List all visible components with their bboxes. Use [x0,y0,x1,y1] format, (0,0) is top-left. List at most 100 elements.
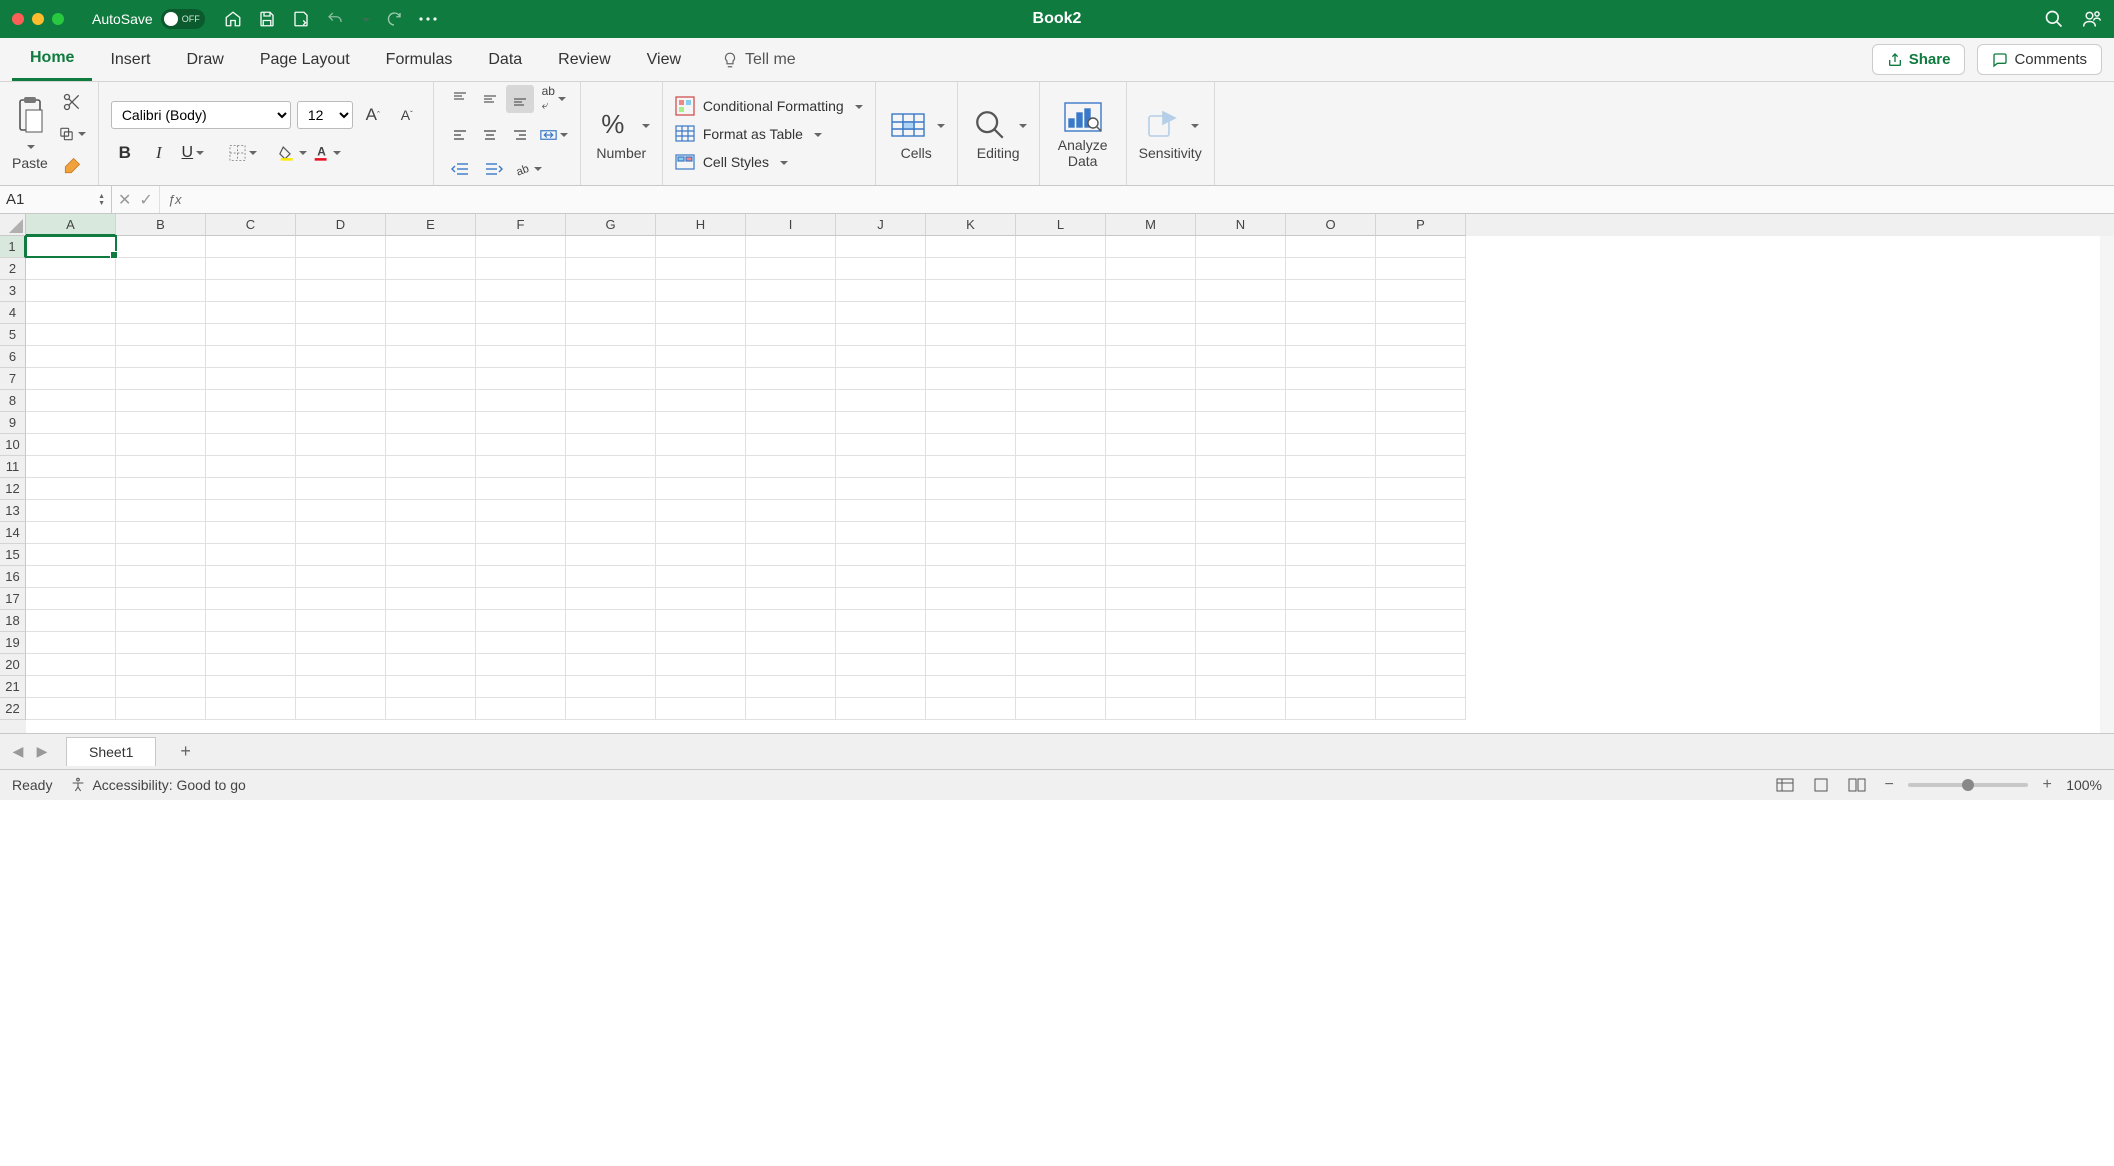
cell-D18[interactable] [296,610,386,632]
cell-G12[interactable] [566,478,656,500]
row-header-12[interactable]: 12 [0,478,26,500]
cell-N9[interactable] [1196,412,1286,434]
cell-D17[interactable] [296,588,386,610]
cell-G9[interactable] [566,412,656,434]
cell-A20[interactable] [26,654,116,676]
cell-F6[interactable] [476,346,566,368]
cell-N15[interactable] [1196,544,1286,566]
page-break-view-button[interactable] [1844,775,1870,795]
cell-J6[interactable] [836,346,926,368]
row-header-16[interactable]: 16 [0,566,26,588]
format-as-table-button[interactable]: Format as Table [675,120,863,148]
cell-N13[interactable] [1196,500,1286,522]
number-format-dropdown[interactable] [639,117,650,132]
cell-K15[interactable] [926,544,1016,566]
cell-L9[interactable] [1016,412,1106,434]
cell-L18[interactable] [1016,610,1106,632]
cell-G16[interactable] [566,566,656,588]
cell-P7[interactable] [1376,368,1466,390]
cell-B12[interactable] [116,478,206,500]
tab-formulas[interactable]: Formulas [368,38,471,81]
cell-E1[interactable] [386,236,476,258]
spreadsheet-grid[interactable]: ABCDEFGHIJKLMNOP 12345678910111213141516… [0,214,2114,734]
align-left-button[interactable] [446,121,474,149]
cell-P6[interactable] [1376,346,1466,368]
cell-L7[interactable] [1016,368,1106,390]
cell-N11[interactable] [1196,456,1286,478]
cell-D6[interactable] [296,346,386,368]
cell-G20[interactable] [566,654,656,676]
cell-H1[interactable] [656,236,746,258]
cell-K1[interactable] [926,236,1016,258]
cell-K4[interactable] [926,302,1016,324]
cell-E18[interactable] [386,610,476,632]
cell-P16[interactable] [1376,566,1466,588]
cell-C10[interactable] [206,434,296,456]
cell-O4[interactable] [1286,302,1376,324]
cell-K11[interactable] [926,456,1016,478]
cell-E5[interactable] [386,324,476,346]
row-header-9[interactable]: 9 [0,412,26,434]
column-header-F[interactable]: F [476,214,566,236]
cell-C1[interactable] [206,236,296,258]
column-header-C[interactable]: C [206,214,296,236]
analyze-data-button[interactable]: Analyze Data [1052,99,1114,169]
cancel-formula-button[interactable]: ✕ [118,190,131,210]
page-layout-view-button[interactable] [1808,775,1834,795]
cell-O19[interactable] [1286,632,1376,654]
cell-L1[interactable] [1016,236,1106,258]
cell-M9[interactable] [1106,412,1196,434]
tab-view[interactable]: View [629,38,699,81]
vertical-scrollbar[interactable] [2100,236,2114,733]
cell-M15[interactable] [1106,544,1196,566]
cell-I1[interactable] [746,236,836,258]
redo-icon[interactable] [384,9,404,29]
cell-A15[interactable] [26,544,116,566]
editing-button[interactable]: Editing [970,107,1027,161]
cell-D8[interactable] [296,390,386,412]
cell-G19[interactable] [566,632,656,654]
cell-D9[interactable] [296,412,386,434]
cell-D4[interactable] [296,302,386,324]
cell-P14[interactable] [1376,522,1466,544]
cell-H9[interactable] [656,412,746,434]
cell-L14[interactable] [1016,522,1106,544]
cell-J20[interactable] [836,654,926,676]
font-color-button[interactable]: A [313,139,341,167]
underline-button[interactable]: U [179,139,207,167]
cell-B13[interactable] [116,500,206,522]
column-header-D[interactable]: D [296,214,386,236]
cell-C15[interactable] [206,544,296,566]
row-header-20[interactable]: 20 [0,654,26,676]
zoom-level[interactable]: 100% [2066,777,2102,793]
cell-H16[interactable] [656,566,746,588]
cell-H19[interactable] [656,632,746,654]
cell-K21[interactable] [926,676,1016,698]
cell-F2[interactable] [476,258,566,280]
bold-button[interactable]: B [111,139,139,167]
cell-B7[interactable] [116,368,206,390]
cell-L21[interactable] [1016,676,1106,698]
cell-I3[interactable] [746,280,836,302]
tab-review[interactable]: Review [540,38,628,81]
cell-E19[interactable] [386,632,476,654]
cell-O11[interactable] [1286,456,1376,478]
cond-fmt-dropdown[interactable] [852,98,863,114]
account-icon[interactable] [2082,9,2102,29]
cell-C22[interactable] [206,698,296,720]
cell-N4[interactable] [1196,302,1286,324]
cell-A21[interactable] [26,676,116,698]
column-header-N[interactable]: N [1196,214,1286,236]
cell-J16[interactable] [836,566,926,588]
cell-J18[interactable] [836,610,926,632]
cell-M17[interactable] [1106,588,1196,610]
cell-C19[interactable] [206,632,296,654]
align-bottom-button[interactable] [506,85,534,113]
enter-formula-button[interactable]: ✓ [139,190,152,210]
cell-M11[interactable] [1106,456,1196,478]
cell-F11[interactable] [476,456,566,478]
cell-G10[interactable] [566,434,656,456]
formula-input[interactable] [182,186,2114,213]
cell-G4[interactable] [566,302,656,324]
cell-P2[interactable] [1376,258,1466,280]
